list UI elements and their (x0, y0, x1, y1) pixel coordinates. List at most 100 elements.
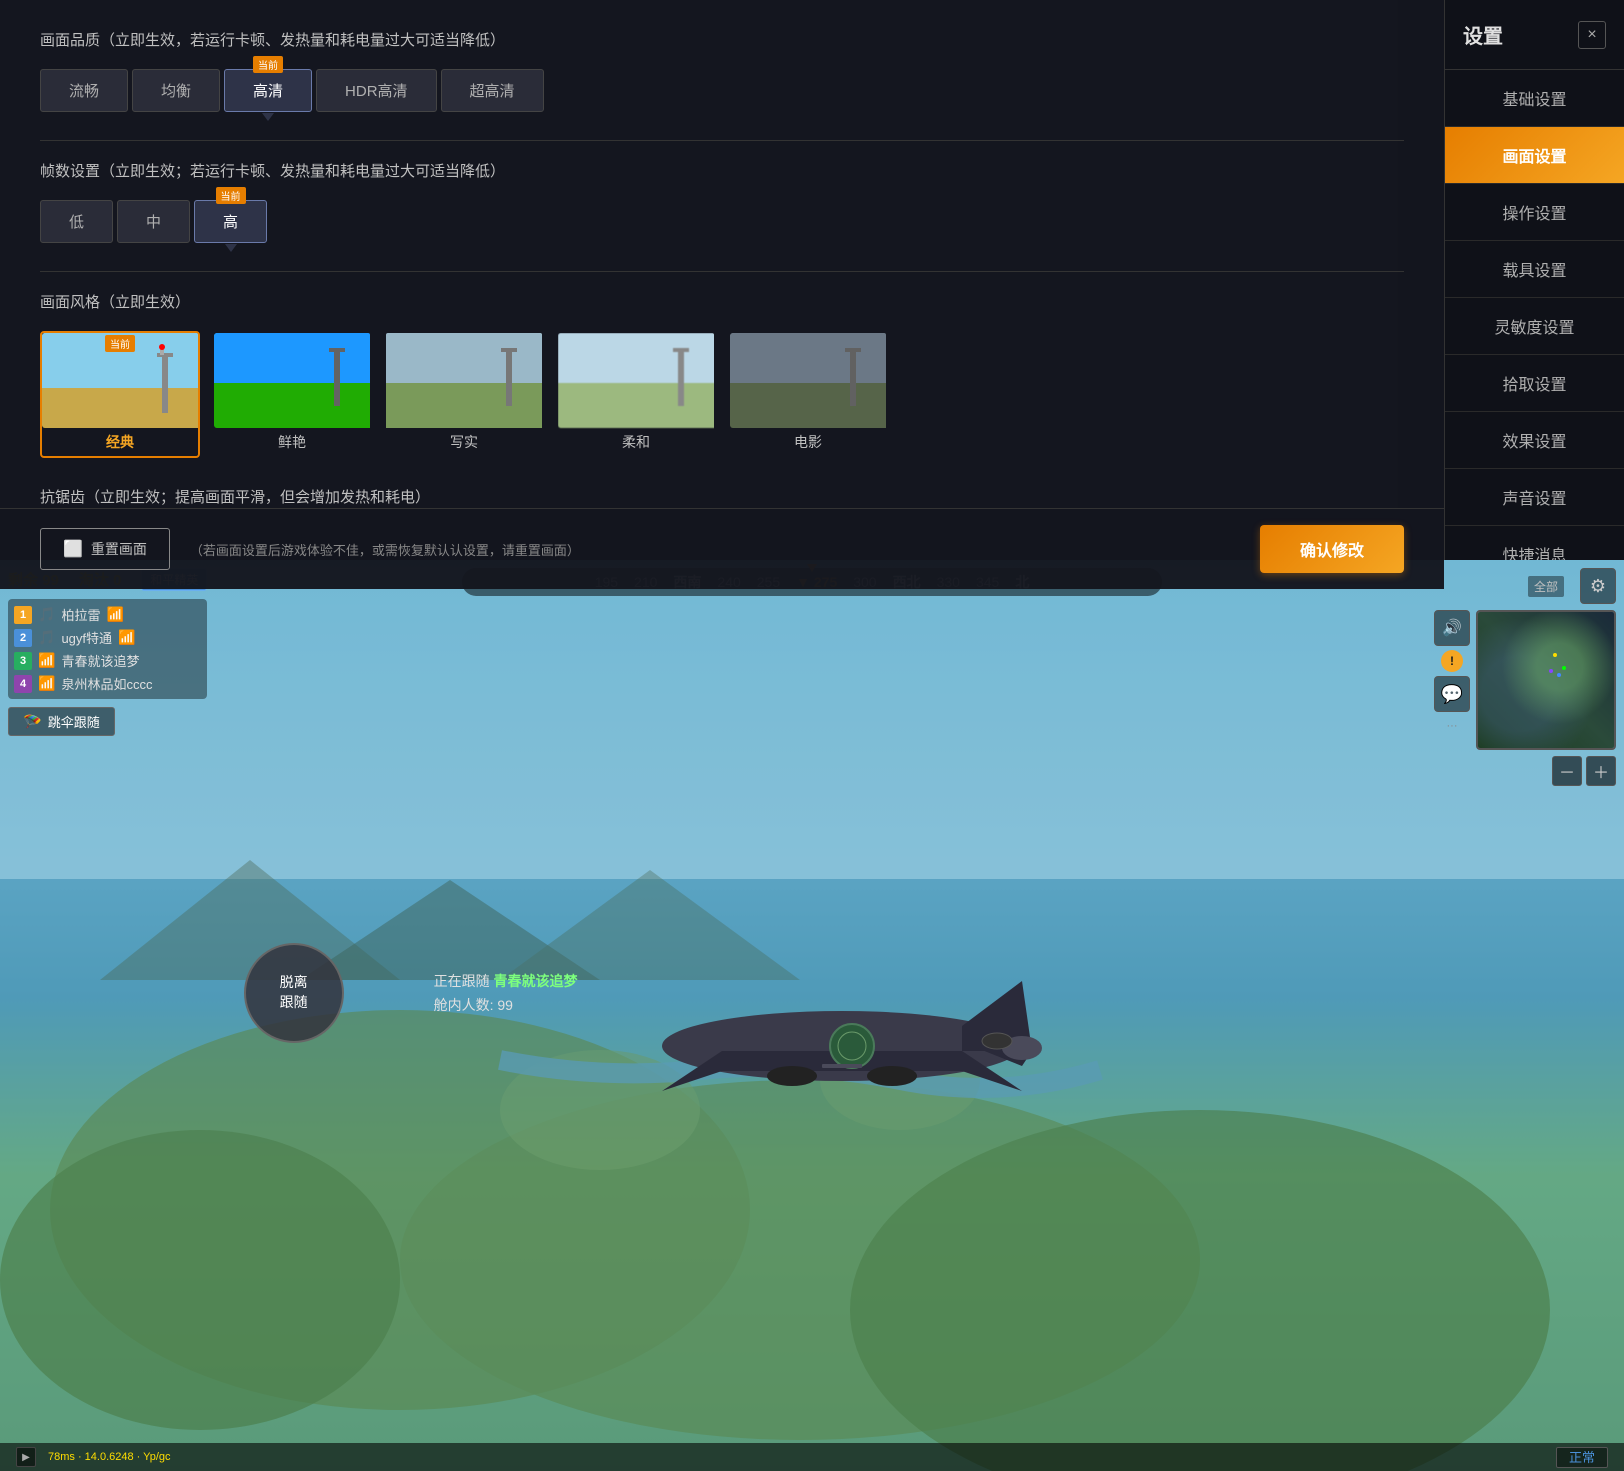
style-thumb-vivid (214, 333, 372, 428)
style-thumb-soft (558, 333, 716, 428)
sidebar-item-effects[interactable]: 效果设置 (1445, 412, 1624, 469)
style-cinema[interactable]: 电影 (728, 331, 888, 458)
detach-text: 脱离跟随 (280, 973, 308, 1012)
follow-btn-area: 🪂 跳伞跟随 (8, 707, 207, 736)
team-num-2: 2 (14, 629, 32, 647)
fps-badge: 当前 (216, 187, 246, 204)
bottom-right: 正常 (1556, 1447, 1608, 1467)
hud-right: 全部 ⚙ 🔊 ! 💬 ··· (1434, 568, 1616, 786)
all-label: 全部 (1528, 576, 1564, 597)
close-button[interactable]: × (1578, 21, 1606, 49)
reset-button[interactable]: ⬜ 重置画面 (40, 528, 170, 570)
fps-title: 帧数设置（立即生效；若运行卡顿、发热量和耗电量过大可适当降低） (40, 161, 1404, 182)
status-badge: 正常 (1556, 1447, 1608, 1468)
center-hud: 脱离跟随 正在跟随 青春就该追梦 舱内人数: 99 (244, 943, 578, 1043)
zoom-out-button[interactable]: － (1552, 756, 1582, 786)
fps-btn-group: 低 中 当前 高 (40, 200, 1404, 243)
mic-icon-1: 🎵 (38, 606, 55, 623)
quality-btn-group: 流畅 均衡 当前 高清 HDR高清 超高清 (40, 69, 1404, 112)
style-grid: 当前 经典 (40, 331, 1404, 458)
sidebar-item-sound[interactable]: 声音设置 (1445, 469, 1624, 526)
sidebar-item-basic[interactable]: 基础设置 (1445, 70, 1624, 127)
ping-text: ··· (1447, 720, 1458, 732)
team-name-2: ugyf特通 (61, 628, 112, 647)
quality-arrow (262, 113, 274, 121)
zoom-in-button[interactable]: ＋ (1586, 756, 1616, 786)
settings-content: 画面品质（立即生效，若运行卡顿、发热量和耗电量过大可适当降低） 流畅 均衡 当前… (0, 0, 1444, 560)
team-name-4: 泉州林品如cccc (61, 674, 152, 693)
minimap-content (1478, 612, 1614, 748)
quality-btn-hd[interactable]: 当前 高清 (224, 69, 312, 112)
reset-icon: ⬜ (63, 539, 83, 559)
quality-badge: 当前 (253, 56, 283, 73)
mic-icon-3: 📶 (38, 652, 55, 669)
sidebar-item-display[interactable]: 画面设置 (1445, 127, 1624, 184)
style-thumb-realistic (386, 333, 544, 428)
section-divider-1 (40, 140, 1404, 141)
quality-title: 画面品质（立即生效，若运行卡顿、发热量和耗电量过大可适当降低） (40, 30, 1404, 51)
team-item-2: 2 🎵 ugyf特通 📶 (14, 626, 201, 649)
sidebar-title: 设置 (1463, 20, 1503, 49)
confirm-button[interactable]: 确认修改 (1260, 525, 1404, 573)
quality-btn-balanced[interactable]: 均衡 (132, 69, 220, 112)
style-label-classic: 经典 (42, 428, 198, 456)
chat-button[interactable]: 💬 (1434, 676, 1470, 712)
follow-parachute-button[interactable]: 🪂 跳伞跟随 (8, 707, 115, 736)
chat-icon: 💬 (1441, 684, 1463, 705)
style-label-cinema: 电影 (730, 428, 886, 456)
voice-button[interactable]: 🔊 (1434, 610, 1470, 646)
cabin-count: 舱内人数: 99 (434, 995, 578, 1015)
detach-button[interactable]: 脱离跟随 (244, 943, 344, 1043)
quality-section: 画面品质（立即生效，若运行卡顿、发热量和耗电量过大可适当降低） 流畅 均衡 当前… (40, 30, 1404, 112)
style-soft[interactable]: 柔和 (556, 331, 716, 458)
plane-svg (542, 896, 1142, 1196)
team-num-1: 1 (14, 606, 32, 624)
minimap-dot-4 (1549, 669, 1553, 673)
style-title: 画面风格（立即生效） (40, 292, 1404, 313)
minimap[interactable] (1476, 610, 1616, 750)
quality-btn-hdr[interactable]: HDR高清 (316, 69, 437, 112)
following-label: 正在跟随 青春就该追梦 (434, 971, 578, 991)
team-list: 1 🎵 柏拉雷 📶 2 🎵 ugyf特通 📶 3 📶 青春就该追梦 4 📶 泉州… (8, 599, 207, 699)
team-name-3: 青春就该追梦 (61, 651, 139, 670)
hud-top-row: 全部 ⚙ (1528, 568, 1616, 604)
quality-btn-ultra[interactable]: 超高清 (441, 69, 544, 112)
gear-icon: ⚙ (1590, 576, 1606, 597)
style-label-soft: 柔和 (558, 428, 714, 456)
plane (542, 896, 1142, 1196)
parachute-icon: 🪂 (23, 713, 42, 731)
team-num-3: 3 (14, 652, 32, 670)
microphone-icon: 🔊 (1442, 618, 1462, 638)
sidebar-item-pickup[interactable]: 拾取设置 (1445, 355, 1624, 412)
style-vivid[interactable]: 鲜艳 (212, 331, 372, 458)
zoom-controls: － ＋ (1552, 756, 1616, 786)
fps-btn-high[interactable]: 当前 高 (194, 200, 267, 243)
style-classic[interactable]: 当前 经典 (40, 331, 200, 458)
hud-left: 剩余 99 淘汰 0 和平精英 1 🎵 柏拉雷 📶 2 🎵 ugyf特通 📶 3 (8, 568, 207, 736)
style-badge: 当前 (105, 335, 135, 352)
sidebar-item-vehicle[interactable]: 载具设置 (1445, 241, 1624, 298)
quality-btn-smooth[interactable]: 流畅 (40, 69, 128, 112)
fps-btn-med[interactable]: 中 (117, 200, 190, 243)
bottom-bar: ▶ 78ms · 14.0.6248 · Yp/gc 正常 (0, 1443, 1624, 1471)
antialias-section: 抗锯齿（立即生效；提高画面平滑，但会增加发热和耗电） (40, 486, 1404, 507)
sidebar-item-controls[interactable]: 操作设置 (1445, 184, 1624, 241)
record-button[interactable]: ▶ (16, 1447, 36, 1467)
settings-gear-button[interactable]: ⚙ (1580, 568, 1616, 604)
team-item-4: 4 📶 泉州林品如cccc (14, 672, 201, 695)
fps-arrow (225, 244, 237, 252)
fps-btn-low[interactable]: 低 (40, 200, 113, 243)
record-icon: ▶ (22, 1452, 30, 1463)
sidebar-item-sensitivity[interactable]: 灵敏度设置 (1445, 298, 1624, 355)
sidebar-header: 设置 × (1445, 0, 1624, 70)
minimap-area: 🔊 ! 💬 ··· (1434, 610, 1616, 750)
warning-icon: ! (1441, 650, 1463, 672)
settings-panel: 画面品质（立即生效，若运行卡顿、发热量和耗电量过大可适当降低） 流畅 均衡 当前… (0, 0, 1624, 560)
settings-bottom-bar: ⬜ 重置画面 （若画面设置后游戏体验不佳，或需恢复默认认设置，请重置画面） 确认… (0, 508, 1444, 589)
team-item-1: 1 🎵 柏拉雷 📶 (14, 603, 201, 626)
following-name: 青春就该追梦 (493, 973, 577, 989)
hint-text: （若画面设置后游戏体验不佳，或需恢复默认认设置，请重置画面） (190, 540, 1260, 559)
style-realistic[interactable]: 写实 (384, 331, 544, 458)
game-view: 195 210 西南 240 255 ▼ 275 300 西北 330 345 … (0, 560, 1624, 1471)
signal-icon-2: 📶 (118, 629, 135, 646)
